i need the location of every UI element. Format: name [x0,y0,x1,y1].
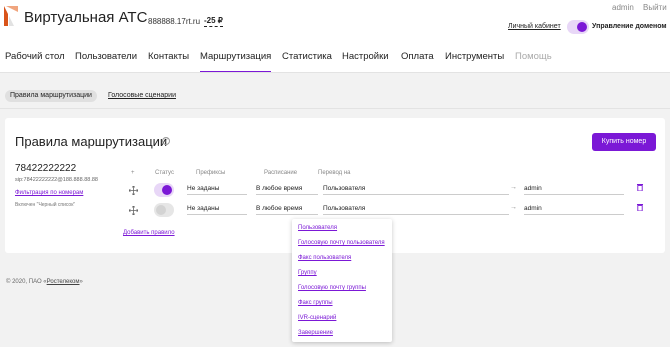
rule-prefixes[interactable]: Не заданы [187,185,247,195]
col-schedule: Расписание [264,170,298,176]
rostelecom-logo-icon [4,6,18,26]
footer: © 2020, ПАО «Ростелеком» [6,279,83,285]
nav-item-users[interactable]: Пользователи [75,51,137,62]
dropdown-option[interactable]: Голосовую почту группы [298,285,366,291]
nav-item-desktop[interactable]: Рабочий стол [5,51,65,62]
toggle-knob [577,22,587,32]
drag-handle-icon[interactable] [129,206,138,215]
rule-prefixes[interactable]: Не заданы [187,205,247,215]
domain-name: 888888.17rt.ru [148,17,201,26]
arrow-icon: → [510,184,517,191]
logout-link[interactable]: Выйти [643,3,667,12]
nav-item-statistics[interactable]: Статистика [282,51,332,62]
dropdown-option[interactable]: Факс пользователя [298,255,351,261]
rule-forward-user[interactable]: admin [524,185,624,195]
dropdown-option[interactable]: Завершение [298,330,333,336]
sip-address: sip:78422222222@188.888.88.88 [15,177,98,183]
trash-icon[interactable] [637,204,643,211]
nav-item-routing[interactable]: Маршрутизация [200,51,272,73]
domain-mgmt-toggle[interactable] [567,20,589,34]
filter-by-numbers-link[interactable]: Фильтрация по номерам [15,190,83,196]
rule-schedule[interactable]: В любое время [256,185,318,195]
dropdown-option[interactable]: Группу [298,270,317,276]
trash-icon[interactable] [637,184,643,191]
nav-item-tools[interactable]: Инструменты [445,51,504,62]
domain-mgmt-label: Управление доменом [592,23,667,30]
rule-status-toggle[interactable] [154,183,174,197]
header: Виртуальная АТС 888888.17rt.ru -25 ₽ adm… [0,0,670,40]
subnav-divider [0,108,670,109]
forward-target-dropdown: Пользователя Голосовую почту пользовател… [292,219,392,342]
nav-item-settings[interactable]: Настройки [342,51,389,62]
rule-forward-target[interactable]: Пользователя [323,185,509,195]
rule-forward-target[interactable]: Пользователя [323,205,509,215]
nav-divider [0,72,670,73]
add-rule-link[interactable]: Добавить правило [123,230,175,236]
cabinet-link[interactable]: Личный кабинет [508,23,561,30]
col-prefixes: Префиксы [196,170,226,176]
toggle-knob [156,205,166,215]
subnav-routing-rules[interactable]: Правила маршрутизации [5,90,97,102]
main-nav: Рабочий стол Пользователи Контакты Маршр… [0,40,670,73]
app-title: Виртуальная АТС [24,9,148,26]
dropdown-option[interactable]: IVR-сценарий [298,315,336,321]
blacklist-note: Включен "Черный список" [15,202,76,208]
subnav-voice-scenarios[interactable]: Голосовые сценарии [108,92,176,99]
rule-status-toggle[interactable] [154,203,174,217]
col-plus: + [131,170,135,176]
footer-copyright-end: » [79,279,83,285]
drag-handle-icon[interactable] [129,186,138,195]
dropdown-option[interactable]: Пользователя [298,225,337,231]
nav-item-payment[interactable]: Оплата [401,51,434,62]
nav-item-contacts[interactable]: Контакты [148,51,189,62]
dropdown-option[interactable]: Голосовую почту пользователя [298,240,385,246]
footer-company-link[interactable]: Ростелеком [47,279,80,285]
admin-link[interactable]: admin [612,3,634,12]
col-forward: Перевод на [318,170,351,176]
col-status: Статус [155,170,174,176]
card-title: Правила маршрутизации [15,134,168,149]
toggle-knob [162,185,172,195]
info-icon[interactable]: ? [162,137,170,145]
buy-number-button[interactable]: Купить номер [592,133,656,151]
rule-schedule[interactable]: В любое время [256,205,318,215]
arrow-icon: → [510,204,517,211]
phone-number: 78422222222 [15,163,77,174]
footer-copyright: © 2020, ПАО « [6,279,47,285]
nav-item-help: Помощь [515,51,552,62]
balance[interactable]: -25 ₽ [204,16,223,27]
dropdown-option[interactable]: Факс группы [298,300,333,306]
rule-forward-user[interactable]: admin [524,205,624,215]
